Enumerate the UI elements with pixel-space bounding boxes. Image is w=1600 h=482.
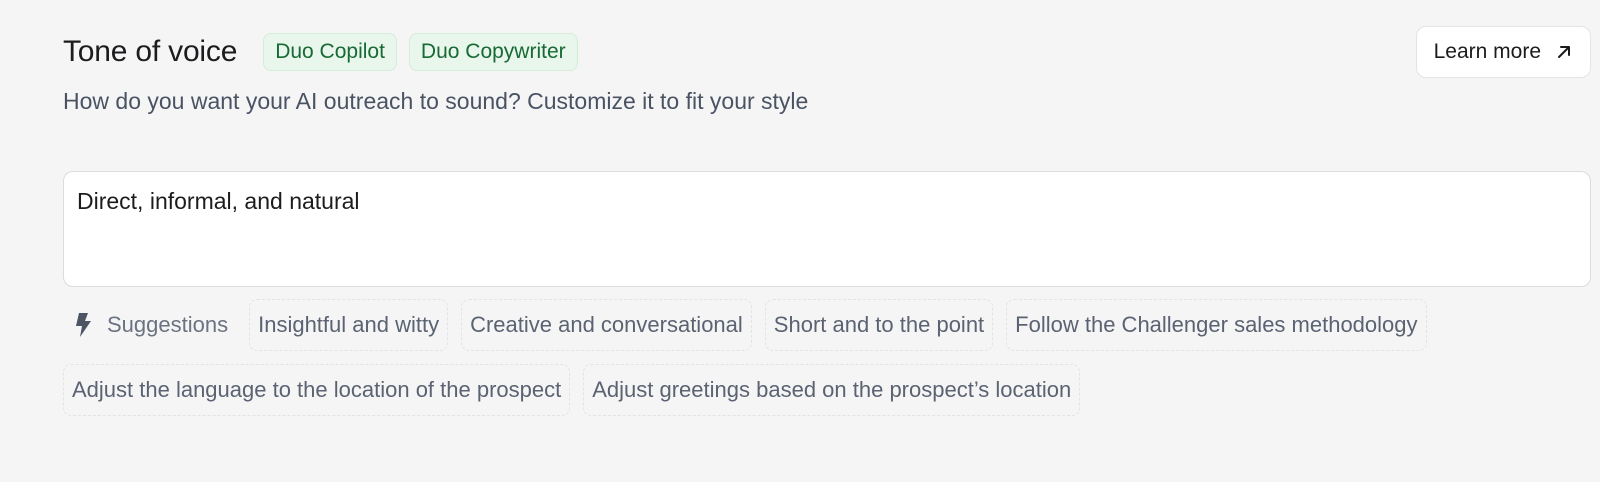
suggestion-chip-adjust-language-location[interactable]: Adjust the language to the location of t… xyxy=(63,364,571,416)
suggestions-row: Suggestions Insightful and witty Creativ… xyxy=(63,299,1591,416)
suggestion-chip-challenger-methodology[interactable]: Follow the Challenger sales methodology xyxy=(1006,299,1427,351)
suggestion-chip-adjust-greetings-location[interactable]: Adjust greetings based on the prospect’s… xyxy=(583,364,1081,416)
duo-copywriter-badge: Duo Copywriter xyxy=(408,33,578,71)
learn-more-button[interactable]: Learn more xyxy=(1415,26,1591,78)
section-subtitle: How do you want your AI outreach to soun… xyxy=(63,88,809,114)
section-title: Tone of voice xyxy=(63,35,238,68)
tone-of-voice-input[interactable]: Direct, informal, and natural xyxy=(63,171,1591,287)
learn-more-label: Learn more xyxy=(1433,40,1541,63)
suggestions-label: Suggestions xyxy=(63,299,236,351)
header-row: Tone of voice Duo Copilot Duo Copywriter xyxy=(63,33,578,71)
suggestion-chip-creative-conversational[interactable]: Creative and conversational xyxy=(461,299,752,351)
suggestion-chip-insightful-witty[interactable]: Insightful and witty xyxy=(249,299,449,351)
tone-of-voice-panel: Tone of voice Duo Copilot Duo Copywriter… xyxy=(0,0,1600,482)
duo-copilot-badge: Duo Copilot xyxy=(263,33,397,71)
suggestions-label-text: Suggestions xyxy=(107,312,229,337)
lightning-bolt-icon xyxy=(73,312,95,338)
arrow-up-right-icon xyxy=(1555,43,1573,61)
suggestion-chip-short-to-the-point[interactable]: Short and to the point xyxy=(764,299,994,351)
